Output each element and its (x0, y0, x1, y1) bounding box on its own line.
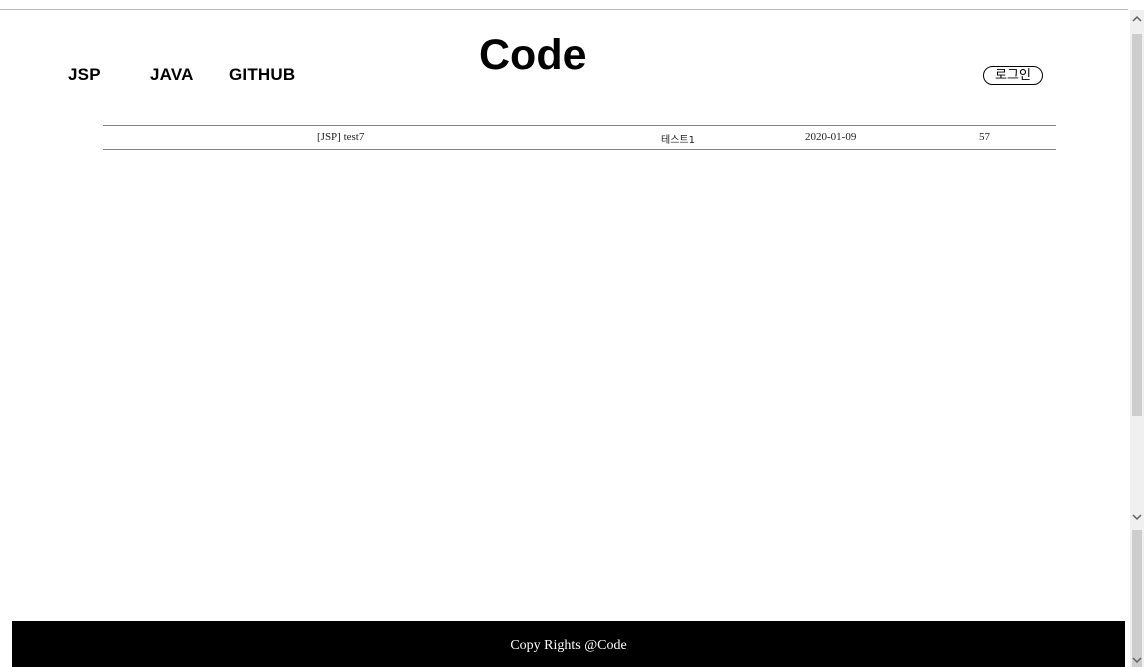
post-title[interactable]: [JSP] test7 (317, 131, 364, 143)
post-author: 테스트1 (661, 135, 695, 146)
site-logo[interactable]: Code (479, 29, 587, 81)
footer: Copy Rights @Code (12, 621, 1125, 667)
scrollbar-track-lower[interactable] (1132, 530, 1142, 667)
nav-link-github[interactable]: GITHUB (229, 65, 295, 85)
chevron-up-icon[interactable] (1130, 12, 1144, 26)
login-button[interactable]: 로그인 (983, 66, 1043, 85)
post-date: 2020-01-09 (805, 131, 857, 143)
scrollbar-thumb[interactable] (1132, 34, 1142, 416)
post-table: [JSP] test7 테스트1 2020-01-09 57 (103, 125, 1056, 150)
table-row[interactable]: [JSP] test7 테스트1 2020-01-09 57 (103, 126, 1056, 149)
vertical-scrollbar[interactable] (1130, 10, 1144, 667)
top-divider (0, 9, 1128, 10)
chevron-down-icon[interactable] (1130, 510, 1144, 524)
chevron-down-icon[interactable] (1130, 653, 1144, 667)
nav-link-java[interactable]: JAVA (150, 65, 194, 85)
nav-link-jsp[interactable]: JSP (68, 65, 101, 85)
footer-copyright: Copy Rights @Code (510, 638, 627, 653)
post-views: 57 (979, 131, 990, 143)
